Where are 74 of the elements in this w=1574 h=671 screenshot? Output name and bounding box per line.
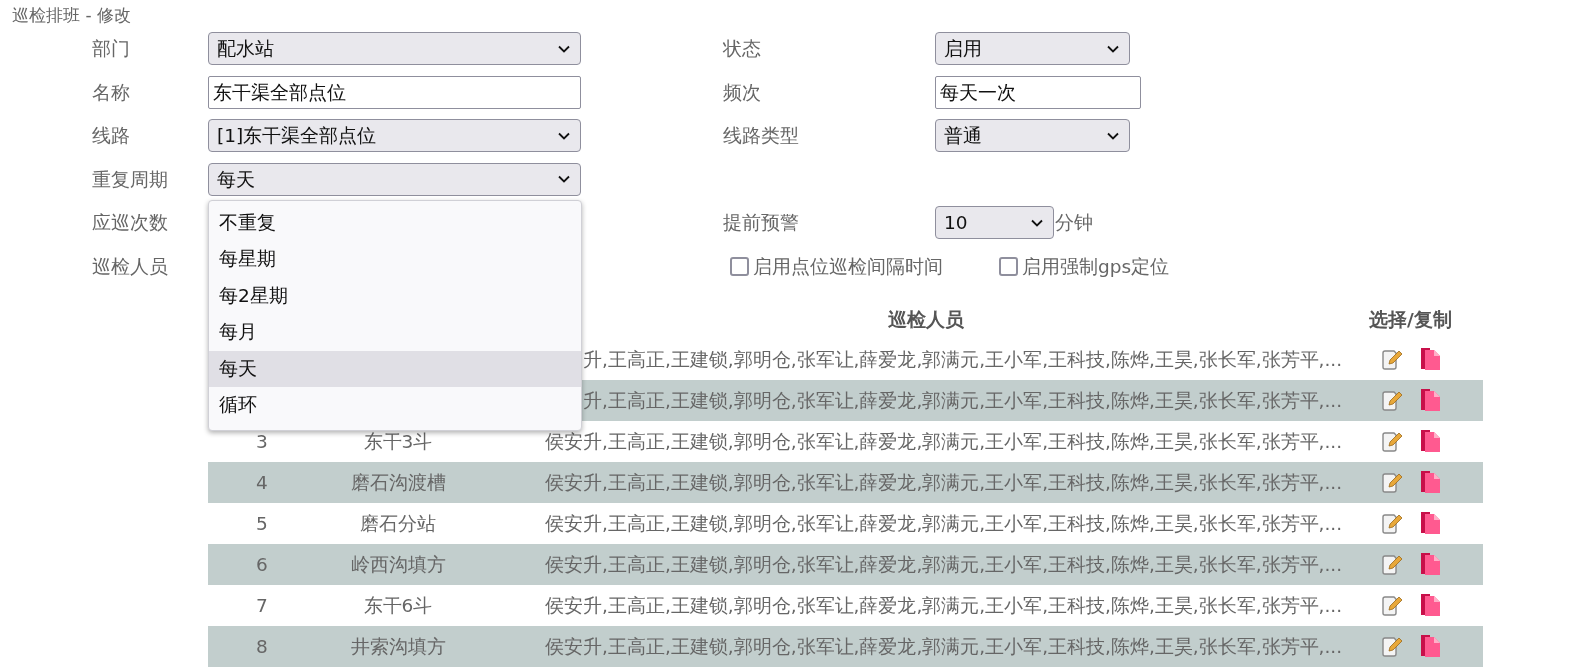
column-header: 选择/复制 [1368,308,1453,332]
copy-icon[interactable] [1419,593,1442,617]
edit-icon[interactable] [1379,347,1404,371]
table-cell: 7 [256,594,268,616]
field-label: 线路类型 [723,124,800,148]
chevron-icon [1031,218,1043,227]
unit-label: 分钟 [1055,211,1093,235]
checkbox[interactable] [730,256,749,276]
checkbox[interactable] [999,256,1018,276]
chevron-icon [558,175,570,183]
table-cell: 岭西沟填方 [350,553,446,575]
table-cell: 3 [256,430,268,452]
copy-icon[interactable] [1419,634,1442,658]
table-cell: 8 [256,635,268,657]
field-label: 应巡次数 [92,211,169,235]
copy-icon[interactable] [1419,388,1442,412]
field-label: 线路 [92,124,131,148]
select-field[interactable]: [1]东干渠全部点位 [208,119,581,152]
field-label: 名称 [92,80,131,105]
input-field[interactable]: 东干渠全部点位 [208,75,581,109]
copy-icon[interactable] [1419,470,1442,494]
field-label: 部门 [92,37,131,61]
dropdown-option[interactable]: 每天 [209,350,581,387]
chevron-icon [1107,131,1119,140]
select-field[interactable]: 普通 [935,119,1130,152]
edit-icon[interactable] [1379,511,1404,535]
dropdown-option[interactable]: 不重复 [209,204,581,241]
select-field[interactable]: 10 [935,206,1054,239]
table-cell: 升,王高正,王建锁,郭明仓,张军让,薛爱龙,郭满元,王小军,王科技,陈烨,王昊,张长军,张芳平,... [583,389,1343,411]
table-cell: 侯安升,王高正,王建锁,郭明仓,张军让,薛爱龙,郭满元,王小军,王科技,陈烨,王昊,张长军,张芳平,... [545,512,1343,534]
field-label: 频次 [723,80,762,105]
table-cell: 井索沟填方 [350,635,446,657]
table-cell: 侯安升,王高正,王建锁,郭明仓,张军让,薛爱龙,郭满元,王小军,王科技,陈烨,王昊,张长军,张芳平,... [545,553,1343,575]
field-label: 巡检人员 [92,254,169,279]
field-label: 状态 [723,37,762,61]
edit-icon[interactable] [1379,593,1404,617]
dropdown-option[interactable]: 循环 [209,387,581,424]
field-label: 提前预警 [723,211,800,235]
chevron-icon [1107,44,1119,53]
table-cell: 4 [256,471,268,493]
select-field[interactable]: 配水站 [208,32,581,65]
table-cell: 升,王高正,王建锁,郭明仓,张军让,薛爱龙,郭满元,王小军,王科技,陈烨,王昊,张长军,张芳平,... [583,348,1343,370]
copy-icon[interactable] [1419,429,1442,453]
table-cell: 5 [256,512,268,534]
copy-icon[interactable] [1419,511,1442,535]
dropdown-option[interactable]: 每月 [209,314,581,351]
table-cell: 磨石分站 [360,512,436,534]
table-cell: 侯安升,王高正,王建锁,郭明仓,张军让,薛爱龙,郭满元,王小军,王科技,陈烨,王昊,张长军,张芳平,... [545,594,1343,616]
table-cell: 东干6斗 [363,594,433,616]
edit-icon[interactable] [1379,388,1404,412]
select-field[interactable]: 启用 [935,32,1130,65]
input-field[interactable]: 每天一次 [935,75,1141,109]
table-cell: 磨石沟渡槽 [350,471,446,493]
edit-icon[interactable] [1379,552,1404,576]
table-cell: 东干3斗 [363,430,433,452]
table-cell: 6 [256,553,268,575]
edit-icon[interactable] [1379,634,1404,658]
table-cell: 侯安升,王高正,王建锁,郭明仓,张军让,薛爱龙,郭满元,王小军,王科技,陈烨,王昊,张长军,张芳平,... [545,430,1343,452]
chevron-icon [558,44,570,53]
edit-icon[interactable] [1379,429,1404,453]
page-title: 巡检排班 - 修改 [11,4,132,27]
column-header: 巡检人员 [887,308,965,332]
dropdown-option[interactable]: 每星期 [209,241,581,278]
table-cell: 侯安升,王高正,王建锁,郭明仓,张军让,薛爱龙,郭满元,王小军,王科技,陈烨,王昊,张长军,张芳平,... [545,471,1343,493]
table-cell: 侯安升,王高正,王建锁,郭明仓,张军让,薛爱龙,郭满元,王小军,王科技,陈烨,王昊,张长军,张芳平,... [545,635,1343,657]
checkbox-label: 启用点位巡检间隔时间 [753,254,943,279]
dropdown-option[interactable]: 每2星期 [209,277,581,314]
chevron-icon [558,131,570,140]
field-label: 重复周期 [92,167,169,192]
select-field[interactable]: 每天 [208,162,581,196]
copy-icon[interactable] [1419,347,1442,371]
checkbox-label: 启用强制gps定位 [1022,254,1170,279]
copy-icon[interactable] [1419,552,1442,576]
edit-icon[interactable] [1379,470,1404,494]
